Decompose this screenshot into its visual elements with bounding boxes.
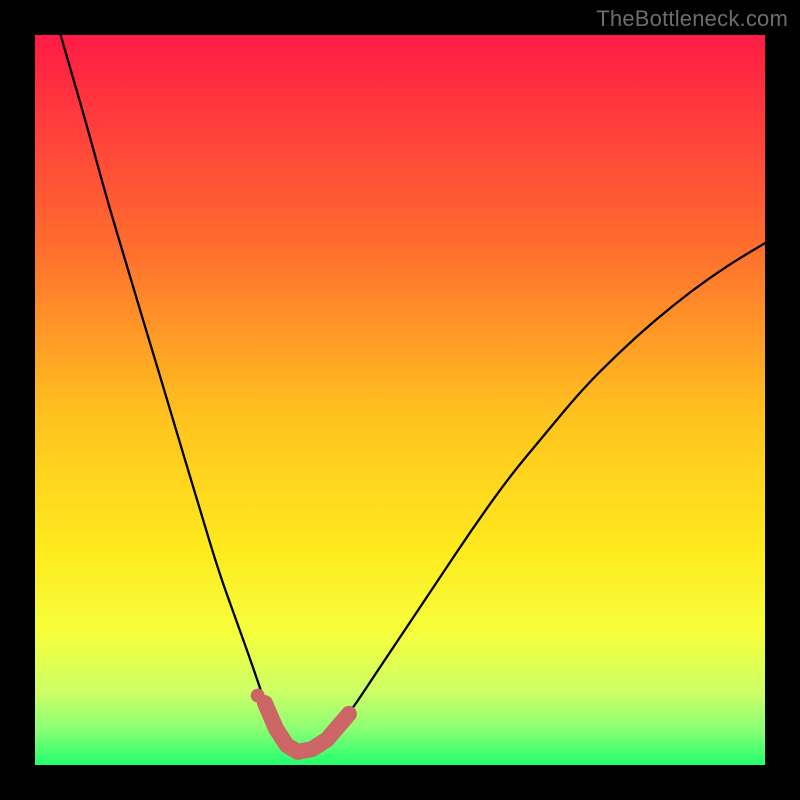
plot-area (35, 35, 765, 765)
gradient-background (35, 35, 765, 765)
watermark-text: TheBottleneck.com (596, 6, 788, 32)
chart-frame: TheBottleneck.com (0, 0, 800, 800)
bottleneck-chart (35, 35, 765, 765)
valley-overlay-dot (251, 689, 265, 703)
